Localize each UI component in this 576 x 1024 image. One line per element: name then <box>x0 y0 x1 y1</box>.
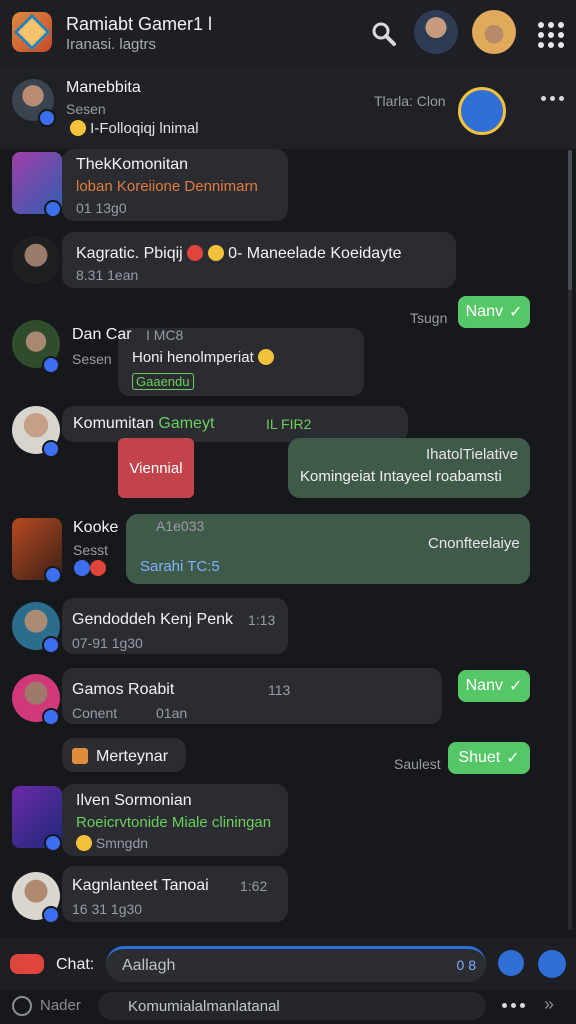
verified-icon <box>42 708 60 726</box>
message-sender: Ilven Sormonian <box>76 792 192 809</box>
avatar[interactable] <box>414 10 458 54</box>
message-time: Tsugn <box>410 310 448 326</box>
message-meta: 1:62 <box>240 878 268 894</box>
card-title: Cnonfteelaiye <box>428 535 520 552</box>
message-meta: 07-91 1g30 <box>72 635 143 651</box>
emoji-icon[interactable] <box>10 954 44 974</box>
message-meta: IL FIR2 <box>266 416 312 432</box>
message-composer: Chat: Aallagh 0 8 <box>0 938 576 992</box>
send-icon[interactable] <box>538 950 566 978</box>
message-text: loban Koreiione Dennimarn <box>76 178 258 195</box>
page-subtitle: Iranasi. lagtrs <box>66 36 157 53</box>
verified-icon <box>44 834 62 852</box>
tag-label: Gaaendu <box>132 373 194 390</box>
verified-icon <box>44 566 62 584</box>
message-meta: Conent <box>72 705 118 721</box>
footer-label: Nader <box>40 997 81 1014</box>
message-sender: Gendoddeh Kenj Penk <box>72 611 234 628</box>
message-sender: Kooke <box>73 519 119 536</box>
pinned-conversation[interactable]: Manebbita Sesen I-Folloqiqj lnimal Tlarl… <box>0 69 576 149</box>
more-options-icon[interactable] <box>502 1003 525 1008</box>
message-time: Saulest <box>394 756 441 772</box>
message-sender: Kagnlanteet Tanoai <box>72 877 209 894</box>
media-card[interactable]: Viennial <box>118 438 194 498</box>
sent-message[interactable]: Nanv ✓ <box>458 296 530 328</box>
message-meta: 16 31 1g30 <box>72 901 143 917</box>
tag-icon <box>72 748 88 764</box>
message-meta: Sesst <box>73 542 109 558</box>
message-sender: Dan Car <box>72 326 132 343</box>
sent-message[interactable]: Shuet ✓ <box>448 742 530 774</box>
sent-message[interactable]: Nanv ✓ <box>458 670 530 702</box>
message-sender: ThekKomonitan <box>76 156 189 173</box>
emoji-icon <box>70 120 86 136</box>
chevron-right-icon[interactable]: » <box>544 994 554 1015</box>
avatar[interactable] <box>472 10 516 54</box>
emoji-icon <box>257 349 274 365</box>
page-title: Ramiabt Gamer1 l <box>66 14 213 34</box>
verified-icon <box>42 906 60 924</box>
footer-field[interactable]: Komumialalmanlatanal <box>98 992 486 1020</box>
apps-grid-icon[interactable] <box>538 22 564 48</box>
message-text: Sarahi TC:5 <box>140 558 220 575</box>
nav-icon[interactable] <box>12 996 32 1016</box>
side-label: Tlarla: Clon <box>374 93 446 109</box>
conversation-name: Manebbita <box>66 79 141 96</box>
verified-icon <box>42 356 60 374</box>
verified-icon <box>44 200 62 218</box>
verified-icon <box>38 109 56 127</box>
reaction-icons <box>74 560 106 578</box>
check-icon: ✓ <box>508 678 523 695</box>
card-title: IhatolTielative <box>426 446 518 463</box>
message-meta: 8.31 1ean <box>76 267 139 283</box>
footer-bar: Nader Komumialalmanlatanal » <box>0 990 576 1024</box>
message-sender: Gamos Roabit <box>72 681 175 698</box>
scrollbar-thumb[interactable] <box>568 150 572 290</box>
message-sender: Komumitan Gameyt <box>73 415 215 432</box>
verified-icon <box>42 636 60 654</box>
attach-icon[interactable] <box>498 950 524 976</box>
message-text: I-Folloqiqj lnimal <box>90 120 199 137</box>
conversation-message: I-Folloqiqj lnimal <box>70 120 199 137</box>
verified-icon <box>42 440 60 458</box>
message-meta: Sesen <box>72 351 112 367</box>
more-options-icon[interactable] <box>541 96 564 101</box>
message-sender: Kagratic. Pbiqij 0- Maneelade Koeidayte <box>76 245 402 262</box>
message-meta: A1e033 <box>156 518 205 534</box>
conversation-preview: Sesen <box>66 101 106 117</box>
section-tag-label: Merteynar <box>96 748 169 765</box>
message-meta: 01an <box>156 705 188 721</box>
message-text: Roeicrvtonide Miale cliningan <box>76 814 272 831</box>
message-meta: 113 <box>268 682 291 698</box>
check-icon: ✓ <box>508 304 523 321</box>
composer-label: Chat: <box>56 956 95 973</box>
emoji-icon <box>207 245 224 261</box>
message-meta: I MC8 <box>146 327 184 343</box>
message-meta: 01 13g0 <box>76 200 127 216</box>
search-icon[interactable] <box>370 20 398 48</box>
message-meta: 1:13 <box>248 612 276 628</box>
emoji-icon <box>187 245 204 261</box>
app-logo[interactable] <box>12 12 52 52</box>
message-input[interactable]: Aallagh 0 8 <box>106 946 486 982</box>
notification-icon[interactable] <box>458 87 506 135</box>
message-text: Honi henolmperiat <box>132 349 274 366</box>
message-meta: Smngdn <box>76 835 148 851</box>
check-icon: ✓ <box>506 750 520 767</box>
card-text: Komingeiat Intayeel roabamsti <box>300 468 502 485</box>
top-app-bar: Ramiabt Gamer1 l Iranasi. lagtrs <box>0 0 576 69</box>
avatar <box>12 236 60 284</box>
